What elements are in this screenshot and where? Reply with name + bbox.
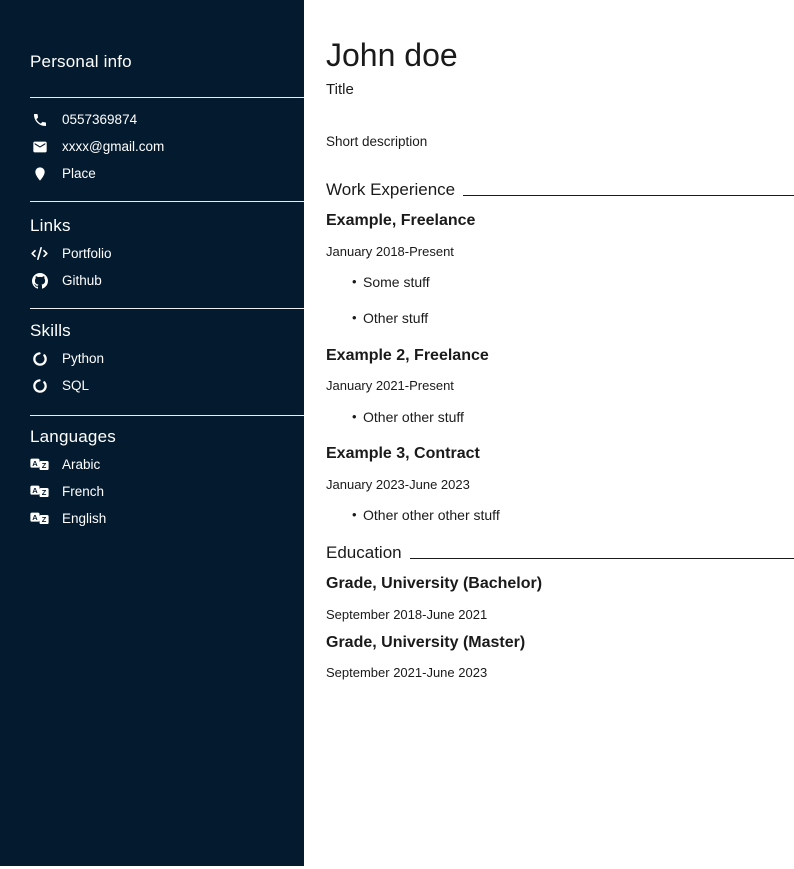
circle-notch-icon bbox=[30, 349, 49, 368]
work-experience-heading: Work Experience bbox=[326, 180, 455, 200]
email-address: xxxx@gmail.com bbox=[62, 140, 164, 154]
education-period: September 2018-June 2021 bbox=[326, 607, 794, 623]
language-label: English bbox=[62, 512, 106, 526]
svg-text:Z: Z bbox=[42, 461, 47, 470]
sidebar-divider bbox=[30, 97, 304, 98]
contact-item-email: xxxx@gmail.com bbox=[30, 133, 304, 160]
translate-icon: A Z bbox=[30, 455, 49, 474]
github-icon bbox=[30, 271, 49, 290]
education-heading: Education bbox=[326, 543, 402, 563]
skill-item-python: Python bbox=[30, 345, 304, 372]
job-entry: Example 2, Freelance January 2021-Presen… bbox=[326, 346, 794, 426]
skill-label: Python bbox=[62, 352, 104, 366]
skills-list: Python SQL bbox=[0, 345, 304, 399]
sidebar-divider bbox=[30, 308, 304, 309]
personal-info-heading: Personal info bbox=[30, 52, 304, 72]
job-bullet: Some stuff bbox=[326, 274, 794, 291]
code-icon bbox=[30, 244, 49, 263]
job-bullets: Other other stuff bbox=[326, 409, 794, 426]
link-item-github[interactable]: Github bbox=[30, 267, 304, 294]
education-period: September 2021-June 2023 bbox=[326, 665, 794, 681]
svg-text:Z: Z bbox=[42, 488, 47, 497]
language-item-english: A Z English bbox=[30, 505, 304, 532]
location-icon bbox=[30, 164, 49, 183]
email-icon bbox=[30, 137, 49, 156]
education-title: Grade, University (Bachelor) bbox=[326, 574, 794, 593]
job-period: January 2021-Present bbox=[326, 378, 794, 394]
language-label: French bbox=[62, 485, 104, 499]
candidate-name: John doe bbox=[326, 38, 794, 74]
skill-label: SQL bbox=[62, 379, 89, 393]
place-label: Place bbox=[62, 167, 96, 181]
links-list: Portfolio Github bbox=[0, 240, 304, 294]
links-heading: Links bbox=[30, 216, 304, 236]
svg-text:A: A bbox=[32, 459, 38, 468]
circle-notch-icon bbox=[30, 376, 49, 395]
section-rule bbox=[463, 195, 794, 196]
education-header: Education bbox=[326, 543, 794, 563]
resume-page: Personal info 0557369874 xxxx@gmail.com … bbox=[0, 0, 794, 869]
skill-item-sql: SQL bbox=[30, 372, 304, 399]
languages-list: A Z Arabic A Z French bbox=[0, 451, 304, 532]
sidebar-divider bbox=[30, 415, 304, 416]
work-experience-header: Work Experience bbox=[326, 180, 794, 200]
language-label: Arabic bbox=[62, 458, 100, 472]
contact-item-phone: 0557369874 bbox=[30, 106, 304, 133]
job-title: Example, Freelance bbox=[326, 211, 794, 230]
education-entry: Grade, University (Bachelor) September 2… bbox=[326, 574, 794, 622]
job-title: Example 2, Freelance bbox=[326, 346, 794, 365]
job-bullet: Other stuff bbox=[326, 310, 794, 327]
job-entry: Example 3, Contract January 2023-June 20… bbox=[326, 444, 794, 524]
personal-info-list: 0557369874 xxxx@gmail.com Place bbox=[0, 106, 304, 187]
job-bullet: Other other other stuff bbox=[326, 507, 794, 524]
job-entry: Example, Freelance January 2018-Present … bbox=[326, 211, 794, 326]
github-link-label: Github bbox=[62, 274, 102, 288]
education-title: Grade, University (Master) bbox=[326, 633, 794, 652]
skills-heading: Skills bbox=[30, 321, 304, 341]
education-entry: Grade, University (Master) September 202… bbox=[326, 633, 794, 681]
phone-icon bbox=[30, 110, 49, 129]
svg-text:Z: Z bbox=[42, 515, 47, 524]
translate-icon: A Z bbox=[30, 482, 49, 501]
job-bullets: Some stuff Other stuff bbox=[326, 274, 794, 327]
job-period: January 2018-Present bbox=[326, 244, 794, 260]
job-bullet: Other other stuff bbox=[326, 409, 794, 426]
translate-icon: A Z bbox=[30, 509, 49, 528]
candidate-title: Title bbox=[326, 81, 794, 99]
sidebar-divider bbox=[30, 201, 304, 202]
portfolio-link-label: Portfolio bbox=[62, 247, 112, 261]
job-bullets: Other other other stuff bbox=[326, 507, 794, 524]
section-rule bbox=[410, 558, 794, 559]
sidebar: Personal info 0557369874 xxxx@gmail.com … bbox=[0, 0, 304, 866]
phone-number: 0557369874 bbox=[62, 113, 137, 127]
svg-text:A: A bbox=[32, 486, 38, 495]
languages-heading: Languages bbox=[30, 427, 304, 447]
link-item-portfolio[interactable]: Portfolio bbox=[30, 240, 304, 267]
contact-item-place: Place bbox=[30, 160, 304, 187]
language-item-arabic: A Z Arabic bbox=[30, 451, 304, 478]
short-description: Short description bbox=[326, 134, 794, 150]
resume-main: John doe Title Short description Work Ex… bbox=[304, 0, 794, 869]
job-period: January 2023-June 2023 bbox=[326, 477, 794, 493]
job-title: Example 3, Contract bbox=[326, 444, 794, 463]
language-item-french: A Z French bbox=[30, 478, 304, 505]
svg-text:A: A bbox=[32, 513, 38, 522]
